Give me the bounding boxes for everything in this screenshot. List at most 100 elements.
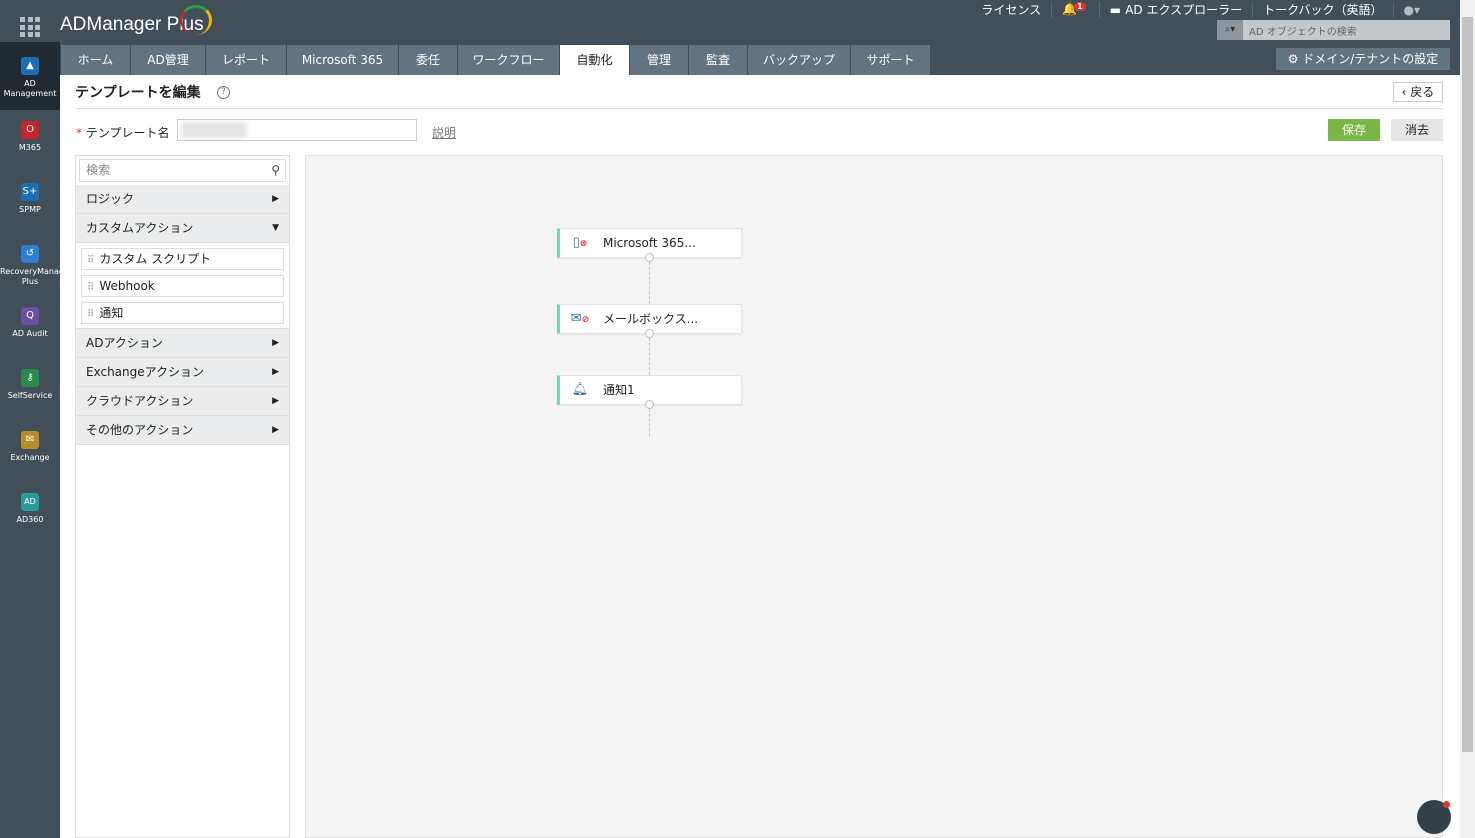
item-label: 通知 — [99, 306, 124, 320]
tab-home[interactable]: ホーム — [61, 45, 130, 75]
template-name-label: * テンプレート名 — [76, 126, 170, 140]
category-label: ロジック — [86, 192, 135, 206]
caret-right-icon: ▶ — [272, 367, 279, 377]
rail-label: AD Audit — [12, 329, 48, 338]
palette-search-placeholder: 検索 — [86, 163, 111, 177]
rail-spmp[interactable]: S+ SPMP — [0, 172, 60, 234]
rail-ad-audit[interactable]: Q AD Audit — [0, 296, 60, 358]
drag-handle-icon[interactable]: ⠿ — [87, 309, 94, 320]
category-custom-actions[interactable]: カスタムアクション ▼ — [76, 214, 289, 243]
drag-handle-icon[interactable]: ⠿ — [87, 282, 94, 293]
chat-alert-dot — [1443, 801, 1450, 808]
rail-exchange[interactable]: ✉ Exchange — [0, 420, 60, 482]
rail-ad-management[interactable]: ▲ AD Management — [0, 42, 60, 110]
tab-workflow[interactable]: ワークフロー — [458, 45, 559, 75]
clear-button[interactable]: 消去 — [1391, 119, 1443, 141]
template-name-input[interactable] — [177, 119, 417, 141]
rail-ad360[interactable]: AD AD360 — [0, 482, 60, 544]
category-logic[interactable]: ロジック ▶ — [76, 185, 289, 214]
talkback-link[interactable]: トークバック（英語） — [1253, 2, 1394, 18]
palette-item-notification[interactable]: ⠿ 通知 — [81, 302, 284, 324]
key-icon: ⚷ — [21, 369, 39, 387]
rail-selfservice[interactable]: ⚷ SelfService — [0, 358, 60, 420]
user-icon: ●▾ — [1403, 2, 1421, 17]
item-label: Webhook — [99, 279, 155, 293]
custom-actions-list: ⠿ カスタム スクリプト ⠿ Webhook ⠿ 通知 — [76, 243, 289, 329]
connector-port[interactable] — [645, 400, 654, 409]
tab-delegation[interactable]: 委任 — [399, 45, 457, 75]
mailbox-disable-icon: ✉⊘ — [570, 311, 590, 326]
caret-right-icon: ▶ — [272, 194, 279, 204]
tab-backup[interactable]: バックアップ — [748, 45, 850, 75]
connector — [649, 338, 650, 375]
caret-right-icon: ▶ — [272, 396, 279, 406]
palette-item-webhook[interactable]: ⠿ Webhook — [81, 275, 284, 297]
sharepoint-icon: S+ — [21, 183, 39, 201]
category-ad-actions[interactable]: ADアクション ▶ — [76, 329, 289, 358]
search-icon: ⚲ — [271, 163, 280, 177]
back-button[interactable]: ‹ 戻る — [1393, 82, 1443, 102]
connector — [649, 262, 650, 304]
ad-explorer-link[interactable]: ▬ AD エクスプローラー — [1100, 2, 1254, 18]
gear-icon: ⚙ — [1287, 52, 1303, 66]
domain-settings-button[interactable]: ⚙ ドメイン/テナントの設定 — [1276, 48, 1450, 70]
ad-management-icon: ▲ — [21, 57, 39, 75]
connector-port[interactable] — [645, 253, 654, 262]
category-label: Exchangeアクション — [86, 365, 205, 379]
chat-assistant-button[interactable] — [1417, 800, 1451, 834]
connector-port[interactable] — [645, 329, 654, 338]
main-tabs: ホーム AD管理 レポート Microsoft 365 委任 ワークフロー 自動… — [61, 45, 931, 75]
palette-item-custom-script[interactable]: ⠿ カスタム スクリプト — [81, 248, 284, 270]
domain-settings-label: ドメイン/テナントの設定 — [1302, 52, 1439, 66]
license-link[interactable]: ライセンス — [971, 2, 1053, 18]
tab-ad-management[interactable]: AD管理 — [131, 45, 205, 75]
rail-recovery-manager[interactable]: ↺ RecoveryManager Plus — [0, 234, 60, 296]
scrollbar-thumb[interactable] — [1462, 17, 1473, 752]
caret-right-icon: ▶ — [272, 338, 279, 348]
tab-support[interactable]: サポート — [851, 45, 930, 75]
rail-m365[interactable]: O M365 — [0, 110, 60, 172]
bell-icon: 🔔︎ — [571, 382, 589, 397]
category-label: その他のアクション — [86, 423, 194, 437]
user-menu[interactable]: ●▾ — [1394, 3, 1431, 18]
tab-reports[interactable]: レポート — [206, 45, 286, 75]
recovery-icon: ↺ — [21, 245, 39, 263]
rail-label: SPMP — [19, 205, 41, 214]
rail-label: AD Management — [3, 79, 57, 98]
search-icon[interactable]: ⌕▾ — [1217, 20, 1243, 40]
help-icon[interactable]: ? — [217, 86, 230, 99]
save-button[interactable]: 保存 — [1328, 119, 1380, 141]
tab-automation[interactable]: 自動化 — [560, 45, 629, 75]
category-label: ADアクション — [86, 336, 163, 350]
product-rail: ▲ AD Management O M365 S+ SPMP ↺ RecoveryMan… — [0, 42, 60, 838]
node-label: 通知1 — [603, 383, 635, 397]
drag-handle-icon[interactable]: ⠿ — [87, 255, 94, 266]
search-input[interactable]: AD オブジェクトの検索 — [1243, 23, 1357, 38]
workflow-canvas[interactable]: ▯⊗ Microsoft 365... ✉⊘ メールボックス... 🔔︎ 通知1 — [305, 155, 1443, 838]
description-link[interactable]: 説明 — [432, 124, 456, 141]
category-other-actions[interactable]: その他のアクション ▶ — [76, 416, 289, 445]
m365-delete-icon: ▯⊗ — [572, 235, 588, 250]
rail-label: M365 — [18, 143, 42, 152]
chevron-left-icon: ‹ — [1401, 85, 1411, 99]
mail-icon: ✉ — [21, 431, 39, 449]
tab-microsoft-365[interactable]: Microsoft 365 — [287, 45, 398, 75]
connector — [649, 409, 650, 436]
folder-icon: ▬ — [1109, 2, 1126, 17]
ad-explorer-label: AD エクスプローラー — [1125, 2, 1243, 17]
app-grid-icon[interactable] — [20, 17, 40, 37]
palette-search-input[interactable]: 検索 ⚲ — [79, 159, 286, 182]
office-icon: O — [21, 121, 39, 139]
tab-admin[interactable]: 管理 — [630, 45, 688, 75]
rail-label: AD360 — [16, 515, 44, 524]
ad-object-search[interactable]: ⌕▾ AD オブジェクトの検索 — [1217, 20, 1450, 40]
page-scrollbar[interactable] — [1460, 0, 1475, 838]
item-label: カスタム スクリプト — [99, 252, 212, 266]
template-label-text: テンプレート名 — [85, 126, 170, 140]
category-cloud-actions[interactable]: クラウドアクション ▶ — [76, 387, 289, 416]
divider — [75, 108, 1443, 109]
category-exchange-actions[interactable]: Exchangeアクション ▶ — [76, 358, 289, 387]
tab-audit[interactable]: 監査 — [689, 45, 747, 75]
notifications-button[interactable]: 🔔1 — [1052, 2, 1100, 18]
back-label: 戻る — [1410, 85, 1435, 99]
